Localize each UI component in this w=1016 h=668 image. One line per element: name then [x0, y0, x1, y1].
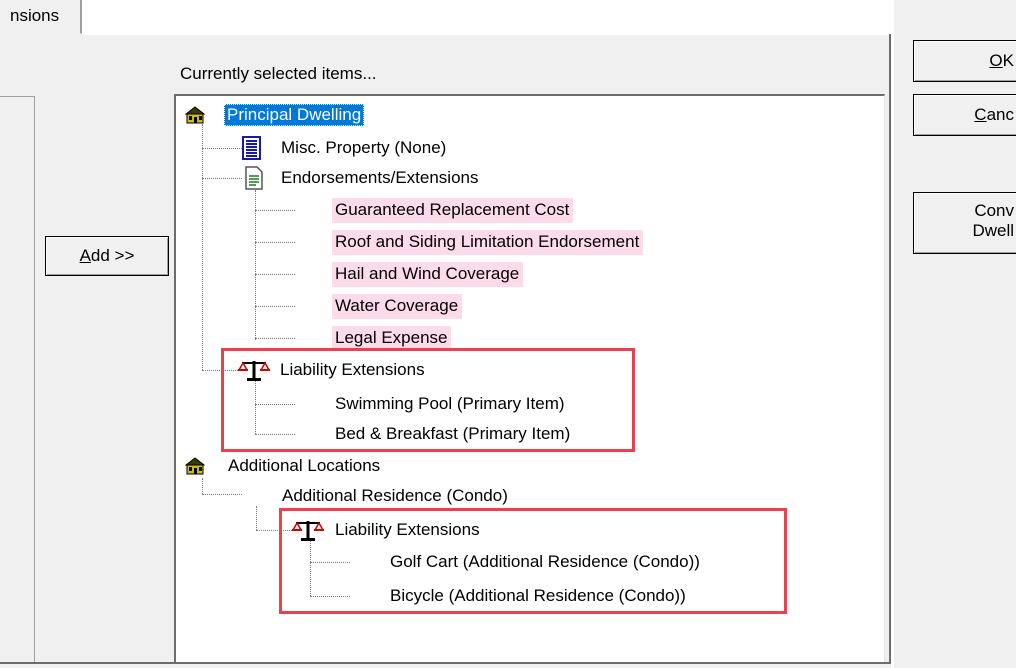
annotation-highlight-box	[279, 508, 787, 614]
tab-extensions[interactable]: nsions	[0, 0, 82, 34]
add-label: dd >>	[90, 246, 135, 265]
ok-mnemonic: O	[989, 51, 1003, 70]
house-icon	[185, 457, 205, 475]
cancel-label: anc	[986, 105, 1014, 124]
convert-dwelling-button[interactable]: Conv Dwell	[913, 192, 1016, 254]
tree-node-principal-dwelling[interactable]: Principal Dwelling	[224, 104, 365, 126]
divider	[0, 662, 891, 664]
divider	[889, 34, 891, 664]
tree-node-endorsements[interactable]: Endorsements/Extensions	[281, 168, 479, 188]
divider	[891, 0, 894, 668]
document-icon	[245, 166, 263, 190]
tree-caption: Currently selected items...	[180, 64, 377, 83]
add-button[interactable]: Add >>	[45, 236, 169, 276]
ok-label: K	[1002, 51, 1014, 70]
tree-node-endorsement-item[interactable]: Guaranteed Replacement Cost	[332, 198, 574, 223]
tree-node-endorsement-item[interactable]: Hail and Wind Coverage	[332, 262, 524, 287]
divider	[0, 96, 34, 97]
divider	[34, 96, 35, 662]
tree-node-additional-residence[interactable]: Additional Residence (Condo)	[282, 486, 508, 506]
cancel-mnemonic: C	[974, 105, 987, 124]
convert-label-line2: Dwell	[972, 221, 1014, 240]
house-icon	[185, 106, 205, 124]
divider	[84, 34, 891, 35]
convert-label-line1: Conv	[974, 201, 1014, 220]
cancel-button[interactable]: Canc	[913, 94, 1016, 136]
tree-node-endorsement-item[interactable]: Water Coverage	[332, 294, 463, 319]
tree-node-misc-property[interactable]: Misc. Property (None)	[281, 138, 446, 158]
tab-label: nsions	[10, 6, 60, 25]
document-list-icon	[242, 136, 261, 160]
tree-node-additional-locations[interactable]: Additional Locations	[228, 456, 380, 476]
annotation-highlight-box	[221, 348, 635, 452]
tree-node-endorsement-item[interactable]: Roof and Siding Limitation Endorsement	[332, 230, 644, 255]
ok-button[interactable]: OK	[913, 40, 1016, 82]
add-mnemonic: A	[79, 246, 91, 265]
